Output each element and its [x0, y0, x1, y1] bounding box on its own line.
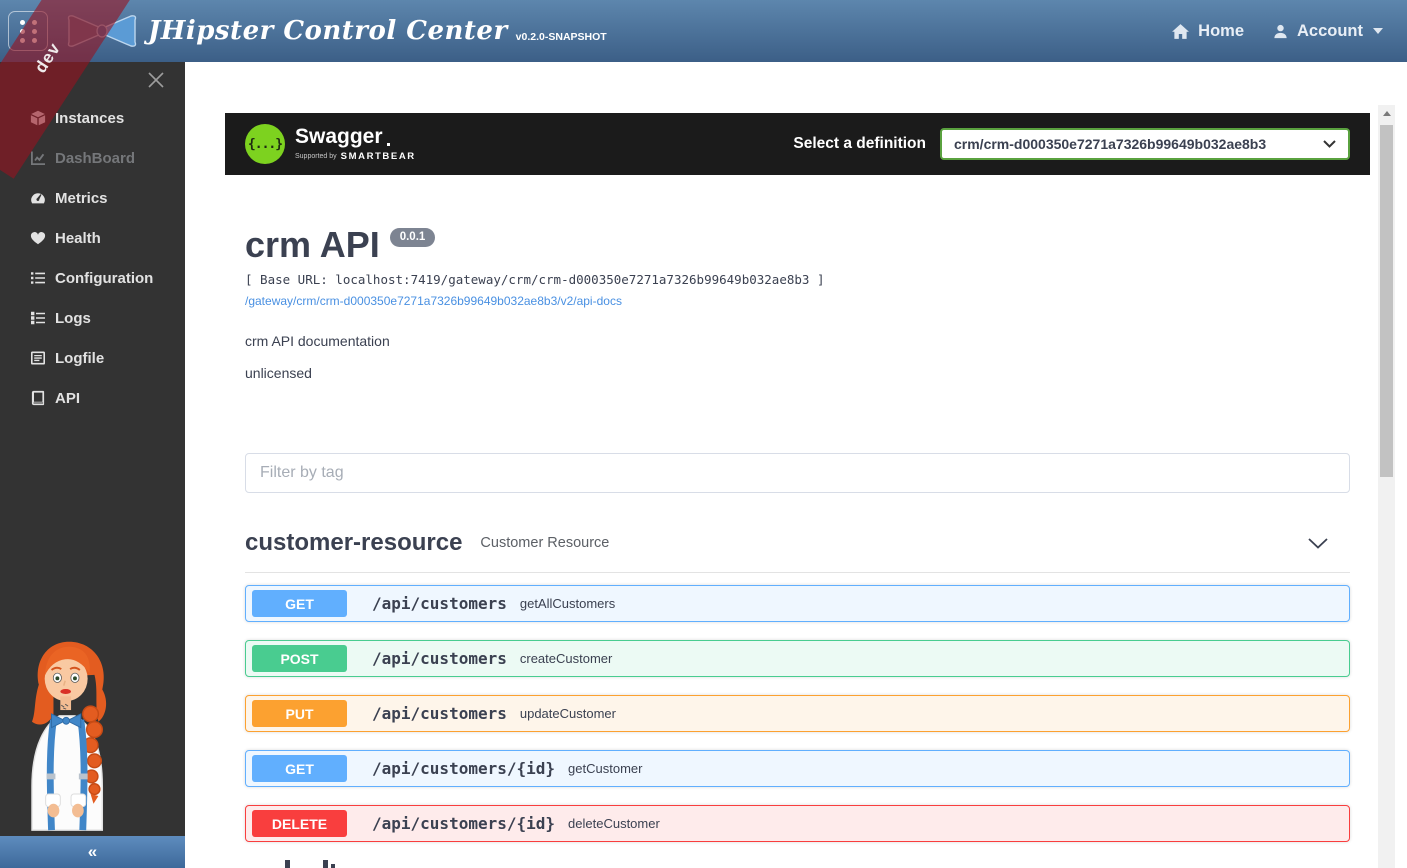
api-base-url: [ Base URL: localhost:7419/gateway/crm/c… [245, 272, 1350, 287]
operation-path: /api/customers [372, 594, 507, 613]
scrollbar-thumb[interactable] [1380, 125, 1393, 477]
swagger-topbar: {...} Swagger Supported by SMARTBEAR Sel… [225, 113, 1370, 175]
sidebar-item-label: Configuration [55, 270, 153, 287]
operation-row-put[interactable]: PUT/api/customers updateCustomer [245, 695, 1350, 732]
api-description: crm API documentation [245, 333, 1350, 349]
navbar-menu: Home Account [1171, 22, 1383, 41]
nav-account[interactable]: Account [1272, 22, 1383, 41]
tasks-icon [30, 310, 46, 326]
definition-selected-value: crm/crm-d000350e7271a7326b99649b032ae8b3 [954, 136, 1266, 152]
sidebar-item-instances[interactable]: Instances [30, 98, 181, 138]
apps-grid-button[interactable] [8, 11, 48, 51]
sidebar-close-button[interactable] [147, 71, 165, 89]
operation-summary: updateCustomer [520, 706, 616, 721]
method-badge: GET [252, 590, 347, 617]
tag-collapse-chevron-icon[interactable] [1308, 538, 1328, 549]
api-license: unlicensed [245, 365, 1350, 381]
sidebar-item-label: Logs [55, 310, 91, 327]
chevron-down-icon [1373, 28, 1383, 34]
operation-summary: deleteCustomer [568, 816, 660, 831]
definition-select-group: Select a definition crm/crm-d000350e7271… [793, 128, 1350, 160]
sidebar-menu: Instances DashBoard Metrics Health Configura… [30, 98, 181, 418]
sidebar-item-label: Metrics [55, 190, 108, 207]
swagger-panel: {...} Swagger Supported by SMARTBEAR Sel… [225, 113, 1370, 868]
operation-path: /api/customers/{id} [372, 759, 555, 778]
filter-input[interactable] [245, 453, 1350, 493]
api-version-badge: 0.0.1 [390, 228, 436, 247]
heart-icon [30, 230, 46, 246]
swagger-logo-subtext: Supported by SMARTBEAR [295, 151, 416, 162]
operations-list: GET/api/customers getAllCustomers POST/api… [245, 585, 1350, 842]
definition-select-label: Select a definition [793, 135, 926, 153]
tag-description: Customer Resource [480, 535, 609, 551]
method-badge: GET [252, 755, 347, 782]
operation-row-post[interactable]: POST/api/customers createCustomer [245, 640, 1350, 677]
definition-select[interactable]: crm/crm-d000350e7271a7326b99649b032ae8b3 [940, 128, 1350, 160]
sidebar-item-label: Health [55, 230, 101, 247]
top-navbar: JHipster Control Center v0.2.0-SNAPSHOT … [0, 0, 1407, 62]
nav-home[interactable]: Home [1171, 22, 1244, 41]
swagger-logo: {...} Swagger Supported by SMARTBEAR [245, 124, 416, 164]
tag-name: customer-resource [245, 529, 462, 557]
jhipster-bowtie-logo [64, 11, 140, 51]
api-title: crm API 0.0.1 [245, 225, 1350, 265]
operation-path: /api/customers [372, 649, 507, 668]
sidebar: Instances DashBoard Metrics Health Configura… [0, 62, 185, 868]
operation-summary: getCustomer [568, 761, 642, 776]
sidebar-item-label: API [55, 390, 80, 407]
sidebar-item-label: DashBoard [55, 150, 135, 167]
tachometer-icon [30, 190, 46, 206]
collapse-chevrons: « [88, 842, 97, 862]
cubes-icon [30, 110, 46, 126]
main-content: {...} Swagger Supported by SMARTBEAR Sel… [185, 62, 1407, 868]
nav-home-label: Home [1198, 22, 1244, 41]
sidebar-item-health[interactable]: Health [30, 218, 181, 258]
operation-path: /api/customers [372, 704, 507, 723]
sidebar-item-logfile[interactable]: Logfile [30, 338, 181, 378]
logfile-icon [30, 350, 46, 366]
swagger-logo-text: Swagger [295, 125, 383, 148]
user-icon [1272, 23, 1289, 40]
select-chevron-icon [1323, 140, 1336, 148]
api-info: crm API 0.0.1 [ Base URL: localhost:7419… [225, 225, 1370, 381]
home-icon [1171, 23, 1190, 40]
tag-section-header[interactable]: customer-resource Customer Resource [245, 529, 1350, 573]
grid-icon [20, 20, 37, 43]
sidebar-item-label: Logfile [55, 350, 104, 367]
swagger-logo-icon: {...} [245, 124, 285, 164]
operation-summary: getAllCustomers [520, 596, 615, 611]
nav-account-label: Account [1297, 22, 1363, 41]
operation-summary: createCustomer [520, 651, 612, 666]
operation-row-get[interactable]: GET/api/customers/{id} getCustomer [245, 750, 1350, 787]
method-badge: PUT [252, 700, 347, 727]
operation-row-delete[interactable]: DELETE/api/customers/{id} deleteCustomer [245, 805, 1350, 842]
app-title: JHipster Control Center [148, 16, 508, 46]
sidebar-item-label: Instances [55, 110, 124, 127]
app-window: JHipster Control Center v0.2.0-SNAPSHOT … [0, 0, 1407, 868]
main-scrollbar[interactable] [1378, 105, 1395, 868]
sidebar-collapse-button[interactable]: « [0, 836, 185, 868]
method-badge: DELETE [252, 810, 347, 837]
sidebar-item-api[interactable]: API [30, 378, 181, 418]
close-icon [147, 71, 165, 89]
api-docs-link[interactable]: /gateway/crm/crm-d000350e7271a7326b99649… [245, 294, 622, 308]
arrow-up-icon [1383, 111, 1391, 116]
operation-path: /api/customers/{id} [372, 814, 555, 833]
list-icon [30, 270, 46, 286]
sidebar-item-logs[interactable]: Logs [30, 298, 181, 338]
next-section-clipped-heading [245, 860, 1350, 868]
book-icon [30, 390, 46, 406]
filter-section [225, 453, 1370, 493]
app-version: v0.2.0-SNAPSHOT [516, 31, 607, 43]
brand[interactable]: JHipster Control Center v0.2.0-SNAPSHOT [64, 11, 607, 51]
scrollbar-up-arrow[interactable] [1378, 105, 1395, 122]
chart-line-icon [30, 150, 46, 166]
method-badge: POST [252, 645, 347, 672]
sidebar-item-configuration[interactable]: Configuration [30, 258, 181, 298]
smartbear-brand: SMARTBEAR [341, 151, 416, 162]
operation-row-get[interactable]: GET/api/customers getAllCustomers [245, 585, 1350, 622]
jhipster-mascot [3, 630, 143, 835]
sidebar-item-metrics[interactable]: Metrics [30, 178, 181, 218]
sidebar-item-dashboard: DashBoard [30, 138, 181, 178]
